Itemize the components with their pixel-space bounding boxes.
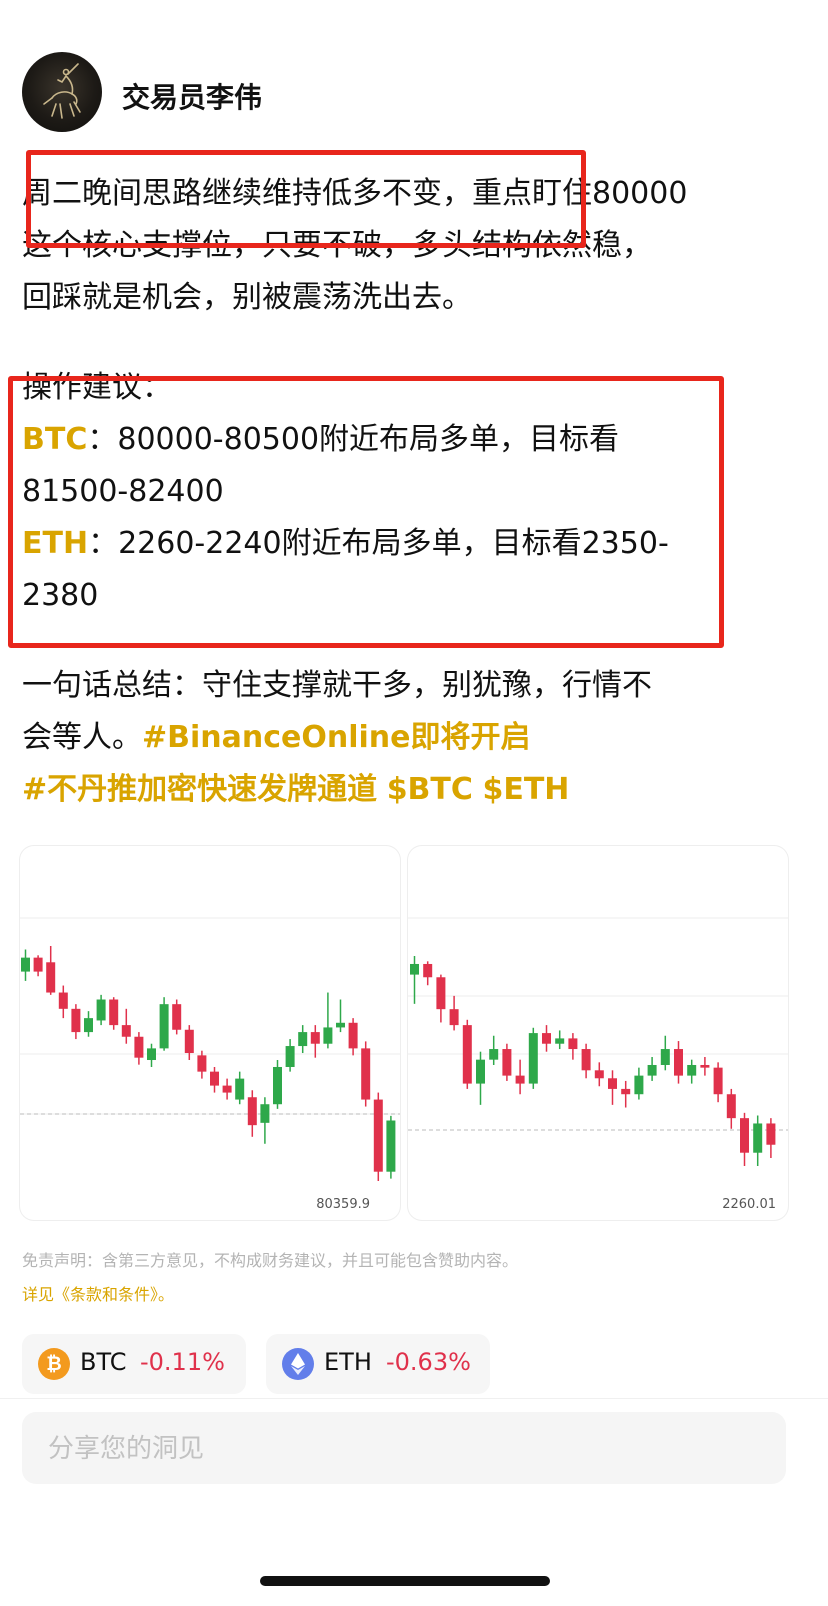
candle-body	[84, 1018, 93, 1033]
highlight-box	[8, 376, 724, 648]
candle-body	[121, 1025, 131, 1037]
post-header: 交易员李伟	[22, 52, 802, 136]
candle-body	[542, 1033, 551, 1044]
eth-price-label: 2260.01	[722, 1197, 776, 1212]
coin-symbol: ETH	[324, 1348, 372, 1376]
candle-body	[726, 1094, 736, 1119]
candle-body	[159, 1004, 169, 1049]
candle-body	[71, 1008, 81, 1033]
eth-candlestick-chart	[408, 917, 788, 1166]
candle-body	[515, 1075, 525, 1084]
candle-body	[462, 1025, 472, 1084]
candle-body	[373, 1099, 383, 1172]
candle-body	[96, 999, 106, 1021]
coin-change: -0.63%	[386, 1348, 471, 1376]
candle-body	[273, 1066, 282, 1105]
author-name[interactable]: 交易员李伟	[122, 76, 262, 116]
coin-change: -0.11%	[140, 1348, 225, 1376]
tags-line: #不丹推加密快速发牌通道 $BTC $ETH	[22, 764, 652, 816]
candle-body	[489, 1049, 499, 1060]
candle-body	[766, 1123, 776, 1145]
candle-body	[109, 999, 119, 1026]
candle-body	[410, 963, 419, 975]
disclaimer-text: 免责声明：含第三方意见，不构成财务建议，并且可能包含赞助内容。	[22, 1251, 519, 1270]
candle-body	[449, 1009, 459, 1026]
eth-chart-card[interactable]: 2260.01	[408, 846, 788, 1220]
disclaimer: 免责声明：含第三方意见，不构成财务建议，并且可能包含赞助内容。 详见《条款和条件…	[22, 1244, 518, 1312]
candle-body	[687, 1064, 697, 1076]
coin-chip-eth[interactable]: ETH -0.63%	[266, 1334, 490, 1394]
candle-body	[58, 992, 68, 1009]
polo-horse-icon	[43, 63, 81, 119]
candle-body	[502, 1049, 512, 1076]
post-paragraph-summary: 一句话总结：守住支撑就干多，别犹豫，行情不 会等人。#BinanceOnline…	[22, 660, 652, 816]
terms-link[interactable]: 详见《条款和条件》。	[22, 1278, 518, 1312]
candle-body	[184, 1029, 194, 1054]
candle-body	[285, 1046, 295, 1067]
summary-text: 会等人。	[22, 720, 142, 755]
candle-body	[634, 1075, 644, 1095]
candle-body	[298, 1032, 308, 1047]
ethereum-icon	[282, 1348, 314, 1380]
candle-body	[222, 1085, 232, 1093]
share-box[interactable]	[22, 1412, 786, 1484]
candle-body	[336, 1022, 345, 1028]
intro-line: 回踩就是机会，别被震荡洗出去。	[22, 280, 472, 315]
candle-body	[647, 1064, 657, 1076]
home-indicator[interactable]	[260, 1576, 550, 1586]
candle-body	[581, 1049, 591, 1071]
candle-body	[608, 1078, 617, 1089]
avatar[interactable]	[22, 52, 102, 132]
coin-symbol: BTC	[80, 1348, 127, 1376]
hashtag-bhutan[interactable]: #不丹推加密快速发牌通道	[22, 772, 377, 807]
candle-body	[700, 1064, 710, 1068]
candle-body	[33, 957, 43, 972]
candle-body	[476, 1059, 485, 1084]
btc-price-label: 80359.9	[316, 1197, 370, 1212]
candle-body	[753, 1123, 763, 1153]
candle-body	[594, 1070, 604, 1079]
coin-chip-btc[interactable]: ₿ BTC -0.11%	[22, 1334, 246, 1394]
btc-chart-card[interactable]: 80359.9	[20, 846, 400, 1220]
divider	[0, 1398, 828, 1399]
btc-candlestick-chart	[20, 917, 400, 1181]
cashtag-eth[interactable]: $ETH	[482, 772, 569, 807]
candle-body	[740, 1118, 749, 1153]
highlight-box	[26, 150, 586, 248]
summary-line: 会等人。#BinanceOnline即将开启	[22, 712, 652, 764]
summary-line: 一句话总结：守住支撑就干多，别犹豫，行情不	[22, 668, 652, 703]
candle-body	[247, 1097, 257, 1126]
candle-body	[423, 963, 433, 978]
cashtag-btc[interactable]: $BTC	[387, 772, 473, 807]
candle-body	[528, 1033, 538, 1084]
candle-body	[713, 1067, 723, 1095]
candle-body	[323, 1027, 333, 1044]
candle-body	[147, 1048, 156, 1061]
candle-body	[660, 1049, 670, 1065]
candle-body	[134, 1036, 144, 1058]
candle-body	[621, 1088, 631, 1095]
bitcoin-icon: ₿	[38, 1348, 70, 1380]
candle-body	[348, 1022, 358, 1049]
candle-body	[361, 1048, 371, 1100]
candle-body	[674, 1049, 683, 1076]
candle-body	[568, 1038, 578, 1050]
candle-body	[310, 1032, 320, 1044]
share-input[interactable]	[46, 1426, 750, 1472]
hashtag-binance-online[interactable]: #BinanceOnline即将开启	[142, 720, 531, 755]
candle-body	[46, 962, 56, 993]
candle-body	[172, 1004, 182, 1030]
candle-body	[21, 957, 30, 972]
candle-body	[555, 1038, 565, 1044]
candle-body	[386, 1120, 396, 1172]
candle-body	[197, 1055, 207, 1072]
candle-body	[210, 1071, 219, 1086]
candle-body	[235, 1078, 245, 1100]
candle-body	[260, 1104, 270, 1123]
candle-body	[436, 977, 446, 1010]
